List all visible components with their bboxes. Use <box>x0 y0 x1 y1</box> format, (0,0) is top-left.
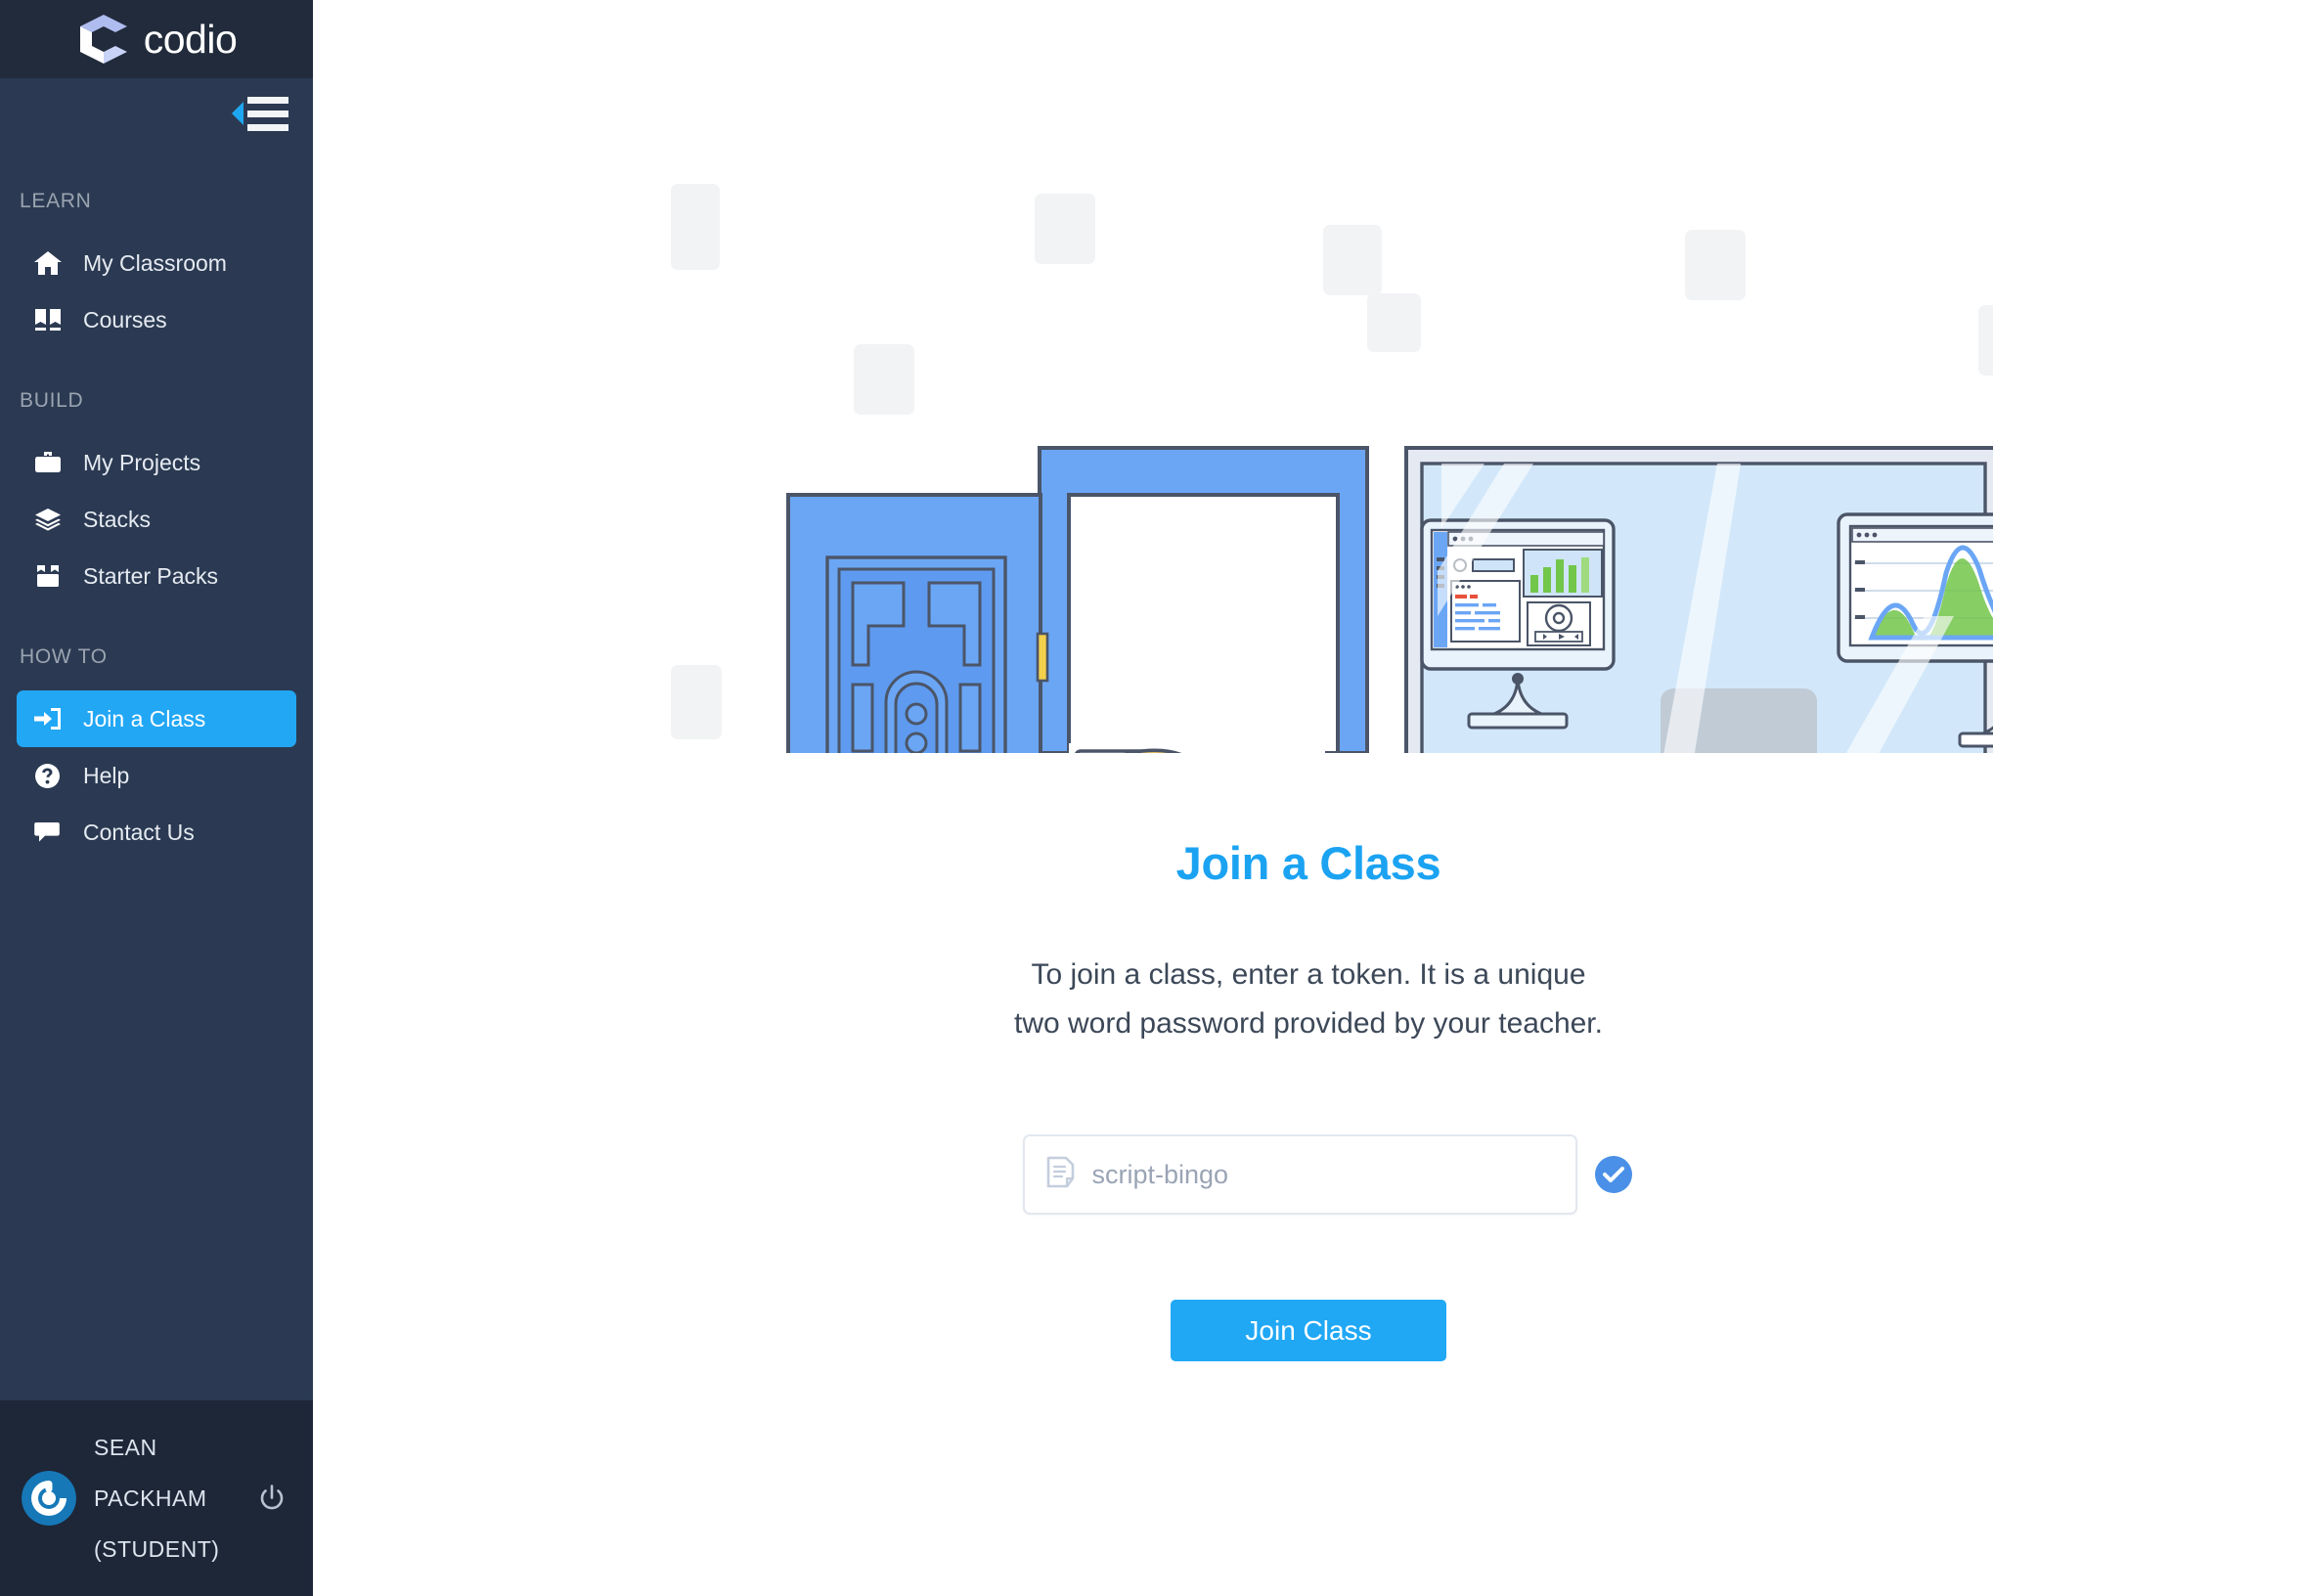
user-name: SEAN PACKHAM (STUDENT) <box>94 1435 220 1562</box>
main-content: Join a Class To join a class, enter a to… <box>313 0 2304 1596</box>
nav-group-how-to: HOW TO Join a Class Help Contact Us <box>0 645 313 861</box>
check-circle-icon[interactable] <box>1594 1156 1632 1193</box>
join-class-button[interactable]: Join Class <box>1171 1300 1446 1361</box>
nav-group-label-learn: LEARN <box>20 190 92 212</box>
sidebar-item-label: My Classroom <box>83 249 227 276</box>
sidebar-item-my-projects[interactable]: My Projects <box>17 434 296 491</box>
sidebar-item-contact-us[interactable]: Contact Us <box>17 804 296 861</box>
collapse-menu-icon[interactable] <box>232 96 288 131</box>
home-icon <box>34 250 83 276</box>
box-open-icon <box>34 564 83 588</box>
page-title: Join a Class <box>1175 837 1441 889</box>
hero-illustration <box>313 68 2304 753</box>
join-class-panel: Join a Class To join a class, enter a to… <box>313 836 2304 1361</box>
sign-in-icon <box>34 707 83 731</box>
sidebar-item-label: Contact Us <box>83 819 195 845</box>
hamburger-icon <box>247 96 288 131</box>
sidebar-item-starter-packs[interactable]: Starter Packs <box>17 548 296 604</box>
sidebar-item-label: Courses <box>83 306 167 332</box>
brand-logo[interactable]: codio <box>76 12 238 66</box>
sidebar-item-help[interactable]: Help <box>17 747 296 804</box>
collapse-row <box>0 78 313 149</box>
comment-icon <box>34 820 83 844</box>
token-input[interactable] <box>1091 1159 1554 1190</box>
briefcase-icon <box>34 451 83 474</box>
nav-group-learn: LEARN My Classroom Courses <box>0 190 313 348</box>
brand-name: codio <box>143 16 238 62</box>
document-icon <box>1046 1156 1075 1193</box>
page-description: To join a class, enter a token. It is a … <box>1014 958 1603 1040</box>
layers-icon <box>34 508 83 531</box>
sidebar-item-my-classroom[interactable]: My Classroom <box>17 235 296 291</box>
user-footer: SEAN PACKHAM (STUDENT) <box>0 1400 313 1596</box>
sidebar-nav: LEARN My Classroom Courses BUILD My Proj… <box>0 149 313 1400</box>
sidebar-item-label: Stacks <box>83 506 152 532</box>
chevron-left-icon <box>232 102 244 125</box>
nav-group-label-how-to: HOW TO <box>20 645 108 668</box>
token-field[interactable] <box>1022 1134 1577 1215</box>
question-circle-icon <box>34 763 83 789</box>
nav-group-label-build: BUILD <box>20 389 84 412</box>
nav-group-build: BUILD My Projects Stacks Starter Packs <box>0 389 313 604</box>
sidebar-item-courses[interactable]: Courses <box>17 291 296 348</box>
books-icon <box>34 308 83 332</box>
power-icon[interactable] <box>252 1483 291 1514</box>
sidebar-item-join-a-class[interactable]: Join a Class <box>17 690 296 747</box>
codio-cube-logo-icon <box>76 12 131 66</box>
sidebar: codio LEARN My Classroom Courses BUILD M… <box>0 0 313 1596</box>
sidebar-item-label: Join a Class <box>83 705 206 732</box>
avatar[interactable] <box>22 1471 76 1526</box>
sidebar-item-label: My Projects <box>83 449 201 475</box>
sidebar-item-label: Help <box>83 762 130 788</box>
sidebar-item-stacks[interactable]: Stacks <box>17 491 296 548</box>
sidebar-item-label: Starter Packs <box>83 562 219 589</box>
token-row <box>313 1134 2304 1215</box>
open-door-student-waving-window-computers-icon <box>671 184 1993 753</box>
brand-header: codio <box>0 0 313 78</box>
